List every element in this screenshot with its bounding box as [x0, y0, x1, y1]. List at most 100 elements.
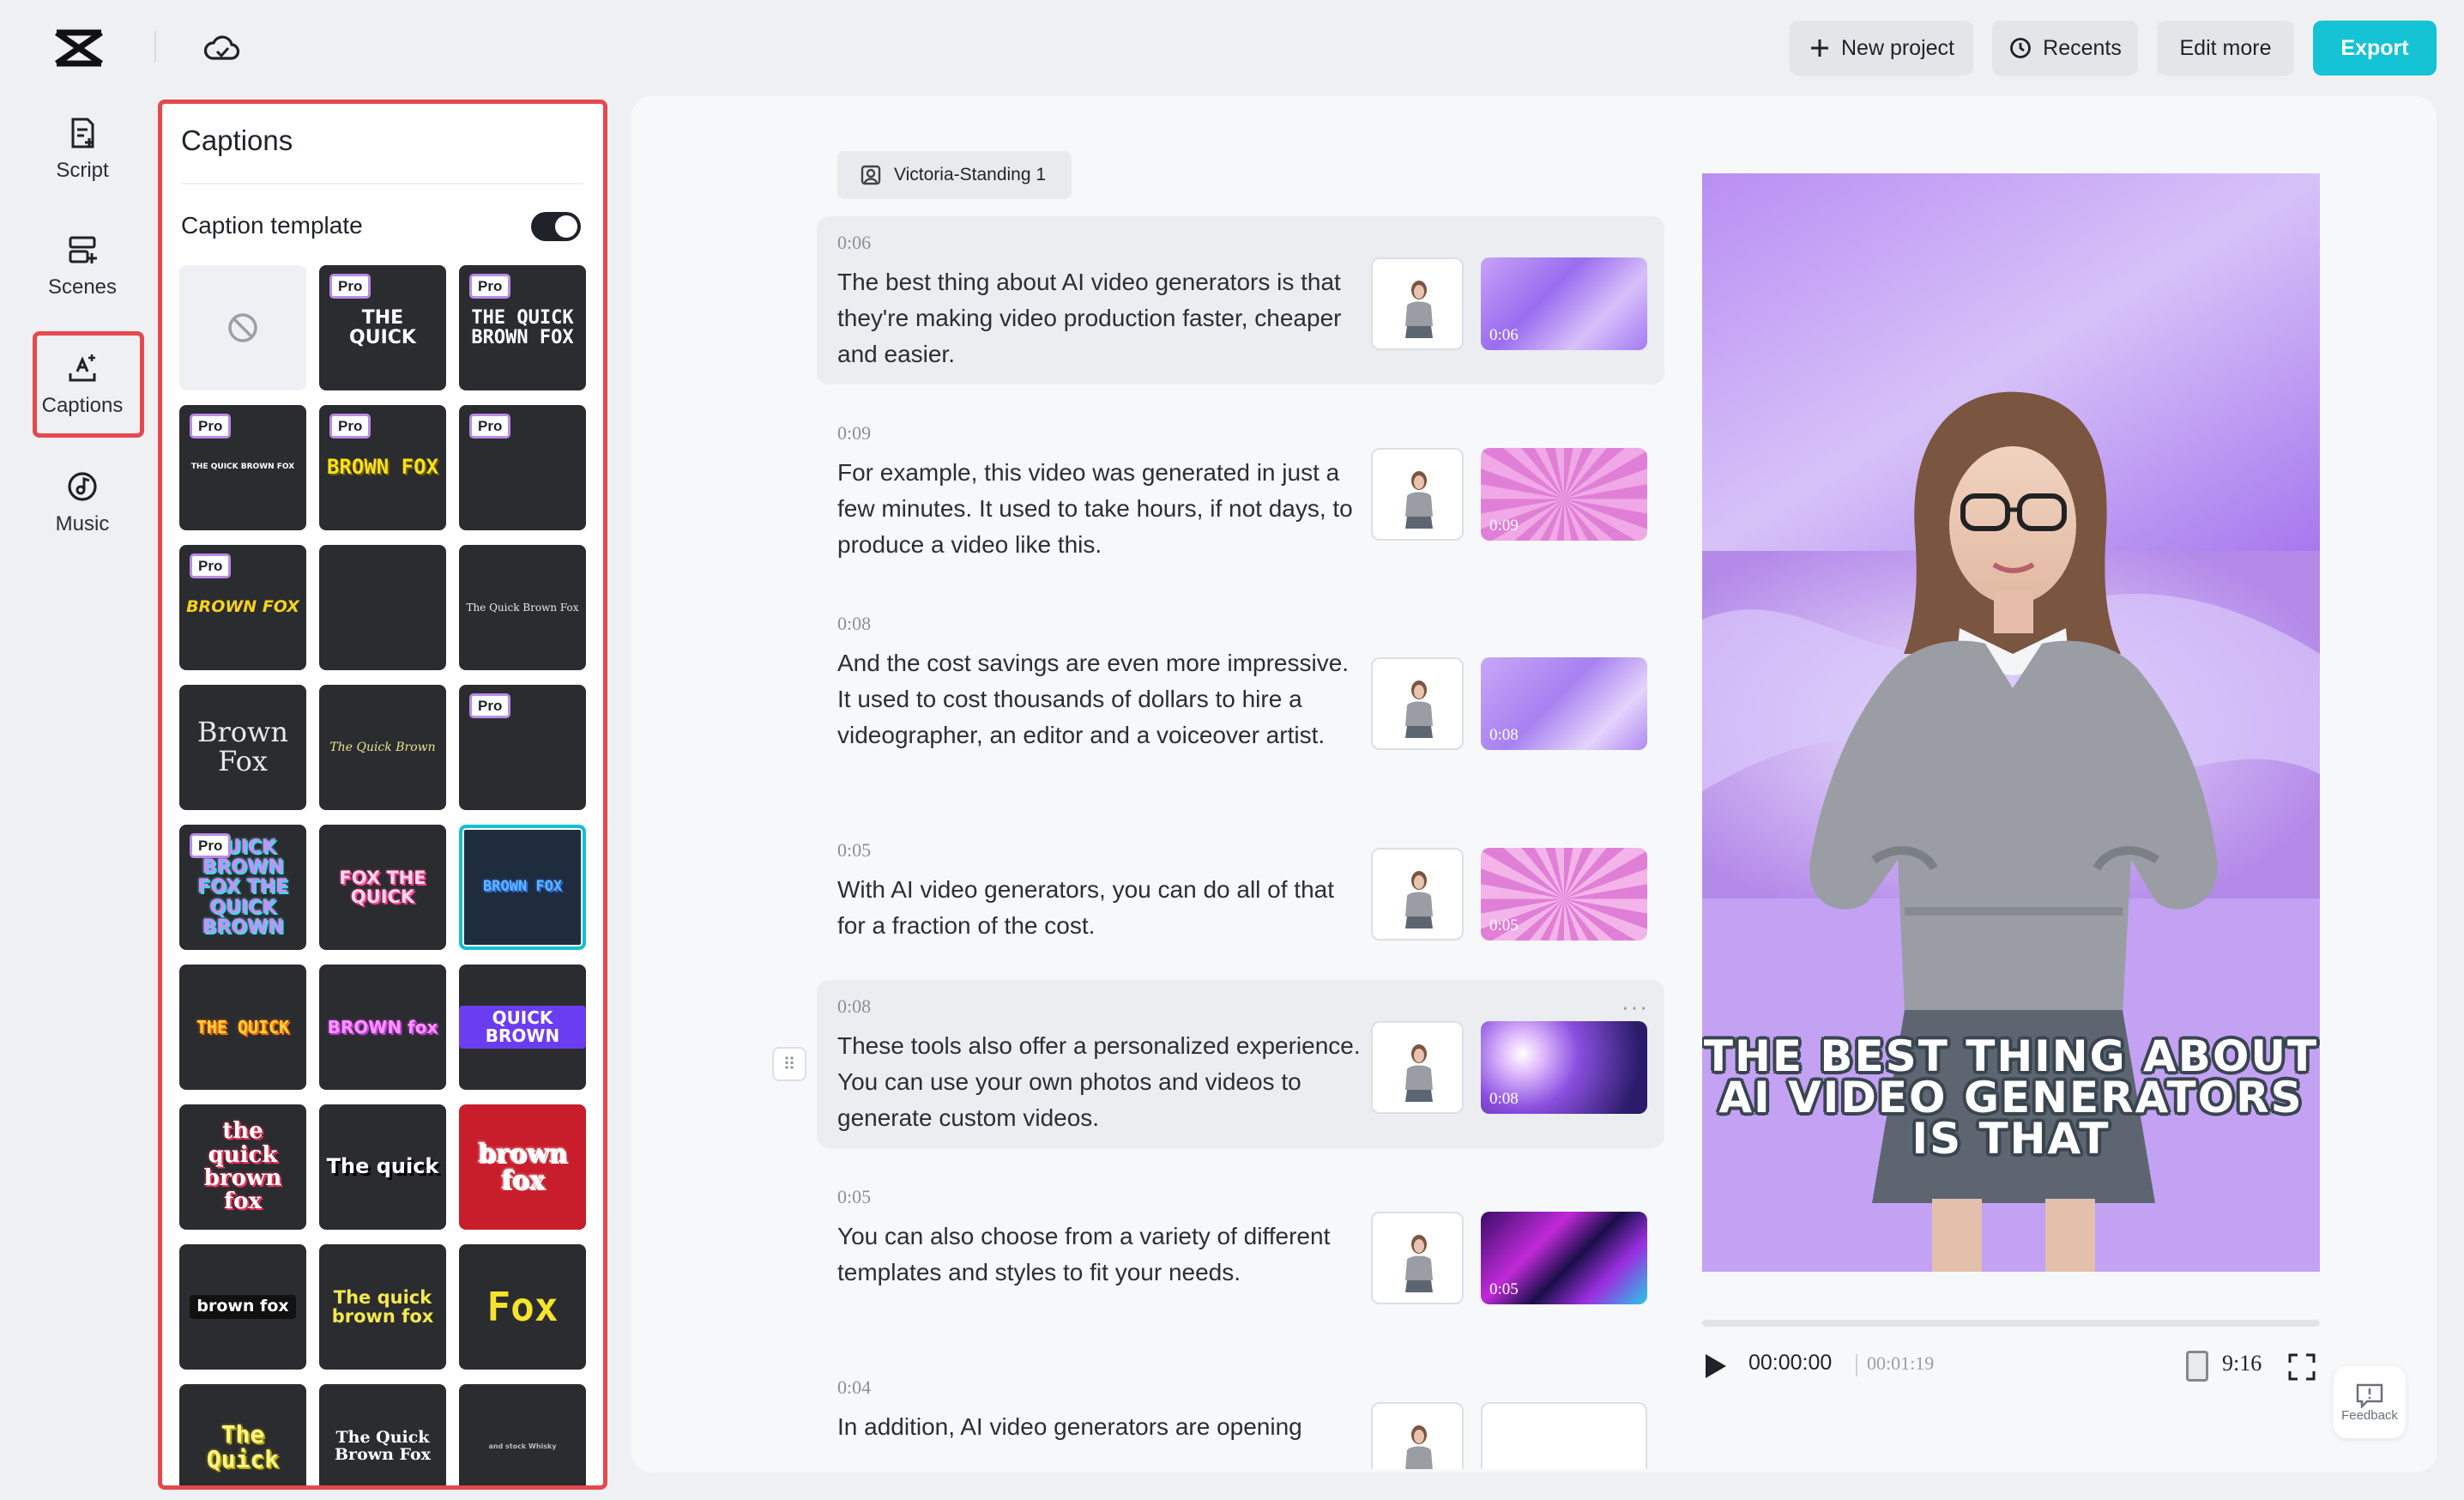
avatar-thumbnail[interactable]	[1371, 448, 1464, 541]
new-project-button[interactable]: New project	[1790, 21, 1973, 76]
caption-template-tile[interactable]: The Quick Brown Fox	[459, 545, 586, 670]
caption-template-tile[interactable]: THE QUICK BROWN FOX Pro	[179, 405, 306, 530]
caption-template-tile[interactable]: Brown Fox	[179, 685, 306, 810]
scene-card[interactable]: 0:08 And the cost savings are even more i…	[817, 597, 1664, 803]
pro-badge: Pro	[190, 833, 232, 858]
caption-template-toggle[interactable]	[531, 212, 581, 241]
scene-card[interactable]: 0:06 The best thing about AI video genera…	[817, 216, 1664, 384]
avatar-thumbnail[interactable]	[1371, 848, 1464, 941]
background-thumbnail[interactable]: 0:08	[1481, 1021, 1647, 1114]
scene-script-text[interactable]: You can also choose from a variety of di…	[837, 1219, 1361, 1291]
caption-template-preview-text: Fox	[486, 1283, 559, 1330]
pro-badge: Pro	[329, 414, 371, 439]
background-duration: 0:08	[1489, 726, 1519, 744]
background-thumbnail[interactable]: 0:09	[1481, 448, 1647, 541]
play-icon[interactable]	[1706, 1354, 1726, 1378]
scene-script-text[interactable]: In addition, AI video generators are ope…	[837, 1409, 1361, 1445]
background-thumbnail[interactable]: 0:05	[1481, 1212, 1647, 1304]
caption-template-tile[interactable]: and stock Whisky	[459, 1384, 586, 1485]
fullscreen-icon[interactable]	[2287, 1352, 2316, 1382]
avatar-thumbnail[interactable]	[1371, 257, 1464, 350]
caption-template-tile[interactable]: The Quick	[179, 1384, 306, 1485]
caption-template-tile[interactable]: the quick brown fox	[179, 1104, 306, 1230]
caption-template-tile[interactable]: BROWN fox	[319, 965, 446, 1090]
playback-scrubber[interactable]	[1702, 1320, 2320, 1327]
caption-template-tile[interactable]: THE QUICK	[179, 965, 306, 1090]
caption-template-preview-text: The Quick Brown Fox	[466, 601, 579, 614]
avatar-thumbnail[interactable]	[1371, 1021, 1464, 1114]
caption-template-tile[interactable]: QUICK BROWN	[459, 965, 586, 1090]
scene-card[interactable]: 0:04 In addition, AI video generators are…	[817, 1361, 1664, 1469]
background-duration: 0:05	[1489, 1280, 1519, 1298]
scene-list: 0:06 The best thing about AI video genera…	[631, 96, 1695, 1469]
avatar-thumbnail[interactable]	[1371, 1402, 1464, 1469]
caption-template-tile[interactable]: BROWN FOX Pro	[179, 545, 306, 670]
edit-more-label: Edit more	[2179, 35, 2272, 60]
caption-template-tile[interactable]: Pro	[459, 405, 586, 530]
cloud-sync-icon[interactable]	[202, 31, 242, 65]
avatar-thumbnail[interactable]	[1371, 1212, 1464, 1304]
caption-template-tile[interactable]: The quick	[319, 1104, 446, 1230]
more-options-icon[interactable]: ···	[1622, 994, 1649, 1020]
aspect-ratio-icon[interactable]	[2186, 1351, 2208, 1382]
video-preview[interactable]: THE BEST THING ABOUT AI VIDEO GENERATORS…	[1702, 173, 2320, 1272]
background-duration: 0:06	[1489, 326, 1519, 344]
caption-template-preview-text: The quick	[326, 1154, 439, 1179]
background-thumbnail[interactable]	[1481, 1402, 1647, 1469]
background-thumbnail[interactable]: 0:08	[1481, 657, 1647, 750]
export-button[interactable]: Export	[2313, 21, 2437, 76]
scene-card[interactable]: 0:09 For example, this video was generate…	[817, 407, 1664, 575]
header-divider	[154, 31, 156, 62]
caption-template-tile[interactable]: BROWN FOX Pro	[319, 405, 446, 530]
caption-template-tile[interactable]: BROWN FOX	[459, 825, 586, 950]
rail-item-scenes[interactable]: Scenes	[34, 218, 130, 314]
feedback-label: Feedback	[2341, 1407, 2398, 1423]
total-time: 00:01:19	[1867, 1352, 1935, 1374]
aspect-ratio-label[interactable]: 9:16	[2222, 1351, 2262, 1376]
rail-item-music[interactable]: Music	[34, 455, 130, 551]
recents-button[interactable]: Recents	[1992, 21, 2138, 76]
caption-template-tile[interactable]: The Quick Brown	[319, 685, 446, 810]
scene-card[interactable]: 0:05 With AI video generators, you can do…	[817, 824, 1664, 958]
caption-template-tile[interactable]: The Quick Brown Fox	[319, 1384, 446, 1485]
caption-template-tile[interactable]: Pro	[459, 685, 586, 810]
rail-item-script[interactable]: Script	[34, 101, 130, 197]
avatar-thumbnail-figure	[1405, 1044, 1433, 1102]
rail-label-script: Script	[56, 159, 109, 182]
scene-script-text[interactable]: The best thing about AI video generators…	[837, 264, 1361, 372]
background-thumbnail[interactable]: 0:06	[1481, 257, 1647, 350]
caption-template-tile[interactable]: THE QUICK Pro	[319, 265, 446, 390]
background-thumbnail[interactable]: 0:05	[1481, 848, 1647, 941]
avatar-thumbnail-figure	[1405, 281, 1433, 338]
caption-template-tile[interactable]: Fox	[459, 1244, 586, 1370]
caption-template-tile[interactable]: brown fox	[459, 1104, 586, 1230]
caption-template-tile[interactable]	[319, 545, 446, 670]
edit-more-button[interactable]: Edit more	[2157, 21, 2294, 76]
preview-caption: THE BEST THING ABOUT AI VIDEO GENERATORS…	[1703, 1031, 2319, 1164]
scene-script-text[interactable]: And the cost savings are even more impre…	[837, 645, 1361, 753]
scene-script-text[interactable]: With AI video generators, you can do all…	[837, 872, 1361, 944]
caption-template-preview-text: BROWN FOX	[186, 597, 299, 617]
caption-template-tile[interactable]: brown fox	[179, 1244, 306, 1370]
caption-template-preview-text: and stock Whisky	[488, 1442, 557, 1450]
scene-script-text[interactable]: These tools also offer a personalized ex…	[837, 1028, 1361, 1136]
caption-template-preview-text: the quick brown fox	[203, 1118, 282, 1215]
scene-card[interactable]: 0:08 These tools also offer a personalize…	[817, 980, 1664, 1148]
avatar-thumbnail[interactable]	[1371, 657, 1464, 750]
clock-history-icon	[2010, 38, 2032, 58]
caption-template-preview-text: The Quick	[206, 1419, 280, 1473]
caption-template-tile[interactable]: THE QUICK BROWN FOX Pro	[459, 265, 586, 390]
caption-template-tile[interactable]	[179, 265, 306, 390]
caption-template-tile[interactable]: QUICK BROWN FOX THE QUICK BROWN Pro	[179, 825, 306, 950]
caption-template-preview-text: The Quick Brown	[329, 740, 436, 754]
drag-handle-icon[interactable]: ⠿	[772, 1047, 806, 1081]
feedback-button[interactable]: Feedback	[2334, 1366, 2406, 1438]
caption-template-tile[interactable]: FOX THE QUICK	[319, 825, 446, 950]
caption-template-tile[interactable]: The quick brown fox	[319, 1244, 446, 1370]
scene-card[interactable]: 0:05 You can also choose from a variety o…	[817, 1170, 1664, 1339]
scene-duration: 0:08	[837, 613, 872, 634]
scene-script-text[interactable]: For example, this video was generated in…	[837, 455, 1361, 563]
panel-title: Captions	[181, 124, 293, 156]
background-duration: 0:05	[1489, 916, 1519, 934]
pro-badge: Pro	[329, 274, 371, 299]
